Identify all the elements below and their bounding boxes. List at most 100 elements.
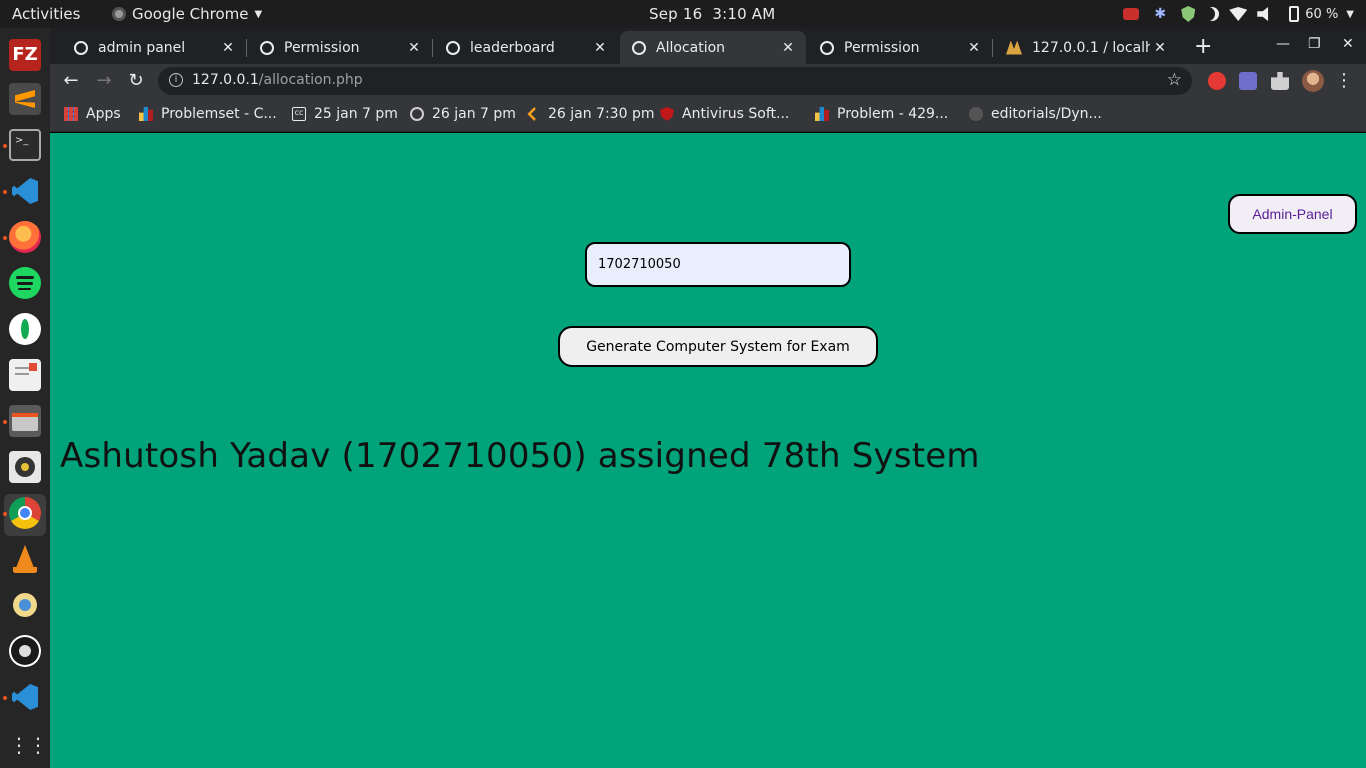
roll-number-input[interactable] (585, 242, 851, 287)
battery-icon (1289, 6, 1300, 22)
terminal-icon[interactable]: >_ (9, 129, 41, 161)
spotify-icon[interactable] (9, 267, 41, 299)
mongodb-compass-icon[interactable] (9, 313, 41, 345)
address-bar[interactable]: i 127.0.0.1/allocation.php ☆ (158, 67, 1192, 95)
bookmark-label: Problemset - C... (161, 106, 277, 122)
bookmark-label: 26 jan 7:30 pm (548, 106, 655, 122)
bookmark-label: Antivirus Soft... (682, 106, 790, 122)
running-indicator (3, 512, 7, 516)
codeforces-icon (815, 107, 829, 121)
bookmark-label: editorials/Dyn... (991, 106, 1102, 122)
close-icon[interactable]: ✕ (404, 40, 424, 56)
profile-avatar[interactable] (1302, 70, 1324, 92)
vlc-icon[interactable] (9, 543, 41, 575)
tab-label: leaderboard (470, 39, 555, 56)
admin-panel-button[interactable]: Admin-Panel (1228, 194, 1357, 234)
vscode-icon[interactable] (9, 175, 41, 207)
info-icon[interactable]: i (169, 73, 183, 87)
bookmark-label: Apps (86, 106, 121, 122)
restore-icon[interactable]: ❐ (1308, 36, 1321, 52)
firefox-icon[interactable] (9, 221, 41, 253)
volume-icon (1257, 7, 1269, 21)
extensions-puzzle-icon[interactable] (1271, 72, 1289, 90)
bookmark-antivirus[interactable]: Antivirus Soft... (660, 106, 789, 122)
vscode-icon[interactable] (9, 681, 41, 713)
tab-label: Permission (284, 39, 360, 56)
app-menu[interactable]: Google Chrome ▼ (112, 5, 262, 23)
globe-icon (260, 40, 274, 55)
bookmark-label: 26 jan 7 pm (432, 106, 516, 122)
close-icon[interactable]: ✕ (778, 40, 798, 56)
app-menu-label: Google Chrome (132, 5, 249, 23)
system-top-bar: Activities Google Chrome ▼ Sep 16 3:10 AM… (0, 0, 1366, 28)
generate-system-button[interactable]: Generate Computer System for Exam (558, 326, 878, 367)
rhythmbox-icon[interactable] (9, 451, 41, 483)
obs-studio-icon[interactable] (9, 635, 41, 667)
screenshot-extension-icon[interactable] (1239, 72, 1257, 90)
running-indicator (3, 190, 7, 194)
leetcode-icon (527, 107, 536, 121)
bookmark-26-jan-730pm[interactable]: 26 jan 7:30 pm (526, 106, 654, 122)
tab-divider (432, 39, 433, 57)
close-icon[interactable]: ✕ (218, 40, 238, 56)
time-label: 3:10 AM (712, 5, 776, 23)
tab-label: admin panel (98, 39, 186, 56)
bluetooth-icon: ✱ (1154, 6, 1167, 22)
chrome-icon (112, 7, 126, 21)
running-indicator (3, 144, 7, 148)
hackerearth-icon (410, 107, 424, 121)
wifi-icon (1229, 7, 1248, 21)
close-icon[interactable]: ✕ (964, 40, 984, 56)
tab-label: 127.0.0.1 / localho (1032, 39, 1150, 56)
running-indicator (3, 420, 7, 424)
chrome-icon[interactable] (9, 497, 41, 529)
globe-icon (632, 40, 646, 55)
back-button[interactable]: ← (60, 70, 82, 91)
dock: FZ >_ ⋮⋮⋮ (0, 28, 67, 768)
tab-strip: admin panel ✕ Permission ✕ leaderboard ✕… (50, 28, 1366, 64)
activities-button[interactable]: Activities (12, 5, 80, 23)
tab-phpmyadmin[interactable]: 127.0.0.1 / localho ✕ (994, 31, 1178, 64)
filezilla-icon[interactable]: FZ (9, 39, 41, 71)
close-icon[interactable]: ✕ (1150, 40, 1170, 56)
tab-divider (246, 39, 247, 57)
bookmark-apps[interactable]: Apps (64, 106, 121, 122)
forward-button[interactable]: → (93, 70, 115, 91)
allocation-result-text: Ashutosh Yadav (1702710050) assigned 78t… (60, 436, 980, 476)
tab-leaderboard[interactable]: leaderboard ✕ (434, 31, 618, 64)
new-tab-button[interactable]: + (1194, 34, 1212, 59)
tab-allocation[interactable]: Allocation ✕ (620, 31, 806, 64)
chevron-down-icon: ▼ (1346, 8, 1354, 20)
globe-icon (446, 40, 460, 55)
tab-admin-panel[interactable]: admin panel ✕ (62, 31, 247, 64)
sublime-text-icon[interactable] (9, 83, 41, 115)
system-tray[interactable]: ✱ 60 % ▼ (1113, 0, 1366, 28)
show-applications-icon[interactable]: ⋮⋮⋮ (9, 729, 67, 761)
file-manager-icon[interactable] (9, 405, 41, 437)
bookmark-problemset[interactable]: Problemset - C... (139, 106, 277, 122)
bookmark-label: Problem - 429... (837, 106, 949, 122)
document-viewer-icon[interactable] (9, 359, 41, 391)
bookmark-problem-429[interactable]: Problem - 429... (815, 106, 948, 122)
reload-button[interactable]: ↻ (125, 70, 147, 91)
tab-permission-2[interactable]: Permission ✕ (808, 31, 993, 64)
globe-icon (820, 40, 834, 55)
window-close-icon[interactable]: ✕ (1342, 36, 1354, 52)
minimize-icon[interactable]: — (1276, 36, 1290, 52)
bookmark-label: 25 jan 7 pm (314, 106, 398, 122)
tab-permission[interactable]: Permission ✕ (248, 31, 433, 64)
codeforces-icon (139, 107, 153, 121)
clock[interactable]: Sep 16 3:10 AM (649, 5, 775, 23)
tab-label: Allocation (656, 39, 726, 56)
allocation-page: Admin-Panel Generate Computer System for… (50, 133, 1366, 768)
baobab-disk-usage-icon[interactable] (9, 589, 41, 621)
bookmark-25-jan[interactable]: cc 25 jan 7 pm (292, 106, 398, 122)
bookmark-star-icon[interactable]: ☆ (1167, 70, 1182, 90)
bookmark-editorials[interactable]: editorials/Dyn... (969, 106, 1102, 122)
bookmark-26-jan-7pm[interactable]: 26 jan 7 pm (410, 106, 516, 122)
bookmarks-bar: Apps Problemset - C... cc 25 jan 7 pm 26… (50, 98, 1366, 132)
night-light-icon (1205, 7, 1219, 21)
adblock-extension-icon[interactable] (1208, 72, 1226, 90)
kebab-menu-icon[interactable]: ⋮ (1333, 70, 1355, 91)
close-icon[interactable]: ✕ (590, 40, 610, 56)
